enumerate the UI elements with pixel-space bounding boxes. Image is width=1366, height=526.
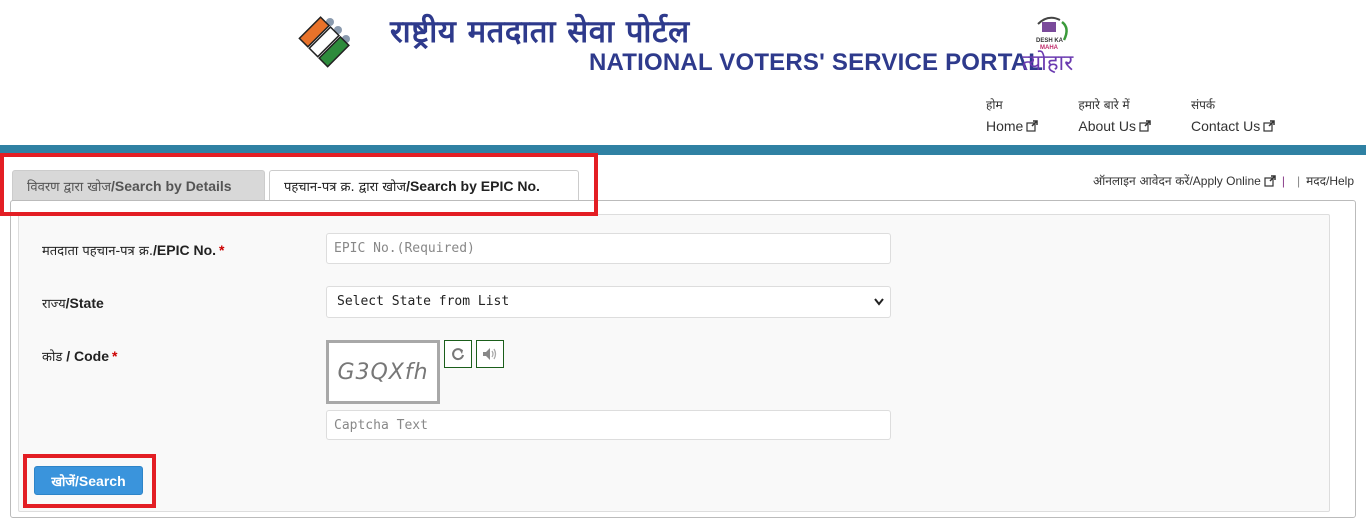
search-button[interactable]: खोजें/Search bbox=[34, 466, 143, 495]
external-link-icon bbox=[1263, 120, 1275, 132]
nav-contact-hindi: संपर्क bbox=[1190, 98, 1216, 112]
audio-captcha-button[interactable] bbox=[476, 340, 504, 368]
tab-search-by-epic[interactable]: पहचान-पत्र क्र. द्वारा खोज/Search by EPI… bbox=[269, 170, 579, 202]
nav-home-label: Home bbox=[986, 118, 1024, 134]
nav-home[interactable]: होम Home bbox=[986, 96, 1039, 134]
site-header: राष्ट्रीय मतदाता सेवा पोर्टल NATIONAL VO… bbox=[0, 0, 1366, 145]
nav-about-label: About Us bbox=[1078, 118, 1136, 134]
code-label-english: / Code bbox=[62, 348, 109, 364]
state-select-value: Select State from List bbox=[337, 294, 510, 309]
captcha-text: G3QXfh bbox=[337, 359, 429, 385]
refresh-captcha-button[interactable] bbox=[444, 340, 472, 368]
tab-details-label: /Search by Details bbox=[110, 178, 232, 194]
help-link[interactable]: मदद/Help bbox=[1306, 172, 1354, 189]
required-mark: * bbox=[219, 242, 225, 258]
help-label: /Help bbox=[1325, 173, 1354, 188]
state-label-english: /State bbox=[65, 295, 104, 311]
code-label: कोड / Code * bbox=[42, 347, 117, 365]
nav-about[interactable]: हमारे बारे में About Us bbox=[1078, 96, 1151, 134]
svg-text:त्योहार: त्योहार bbox=[1022, 50, 1074, 76]
main-nav: होम Home हमारे बारे में About Us संपर्क … bbox=[986, 96, 1315, 134]
tab-search-by-details[interactable]: विवरण द्वारा खोज/Search by Details bbox=[12, 170, 265, 201]
desh-ka-maha-tyohar-logo-icon: DESH KA MAHA त्योहार bbox=[1022, 16, 1074, 76]
header-accent-bar bbox=[0, 145, 1366, 155]
nav-about-hindi: हमारे बारे में bbox=[1078, 98, 1130, 112]
external-link-icon bbox=[1264, 174, 1276, 187]
tab-epic-hindi: पहचान-पत्र क्र. द्वारा खोज bbox=[284, 180, 407, 195]
epic-input[interactable] bbox=[326, 233, 891, 264]
epic-label-english: /EPIC No. bbox=[153, 242, 217, 258]
apply-online-label: /Apply Online bbox=[1189, 173, 1261, 188]
separator: | bbox=[1281, 173, 1285, 188]
chevron-down-icon bbox=[874, 287, 884, 329]
code-label-hindi: कोड bbox=[42, 350, 63, 365]
external-link-icon bbox=[1139, 120, 1151, 132]
nav-contact-label: Contact Us bbox=[1190, 118, 1261, 134]
election-commission-logo-icon bbox=[298, 16, 350, 68]
captcha-input[interactable] bbox=[326, 410, 891, 440]
top-links: ऑनलाइन आवेदन करें/Apply Online | | मदद/H… bbox=[1093, 172, 1354, 189]
state-select[interactable]: Select State from List bbox=[326, 286, 891, 318]
speaker-icon bbox=[483, 348, 497, 360]
separator: | bbox=[1296, 173, 1301, 188]
portal-title-hindi: राष्ट्रीय मतदाता सेवा पोर्टल bbox=[390, 14, 690, 50]
apply-online-link[interactable]: ऑनलाइन आवेदन करें/Apply Online bbox=[1093, 172, 1276, 189]
nav-contact[interactable]: संपर्क Contact Us bbox=[1191, 96, 1275, 134]
tab-details-hindi: विवरण द्वारा खोज bbox=[27, 180, 111, 195]
state-label: राज्य/State bbox=[42, 294, 104, 312]
search-button-hindi: खोजें bbox=[51, 474, 76, 490]
epic-label-hindi: मतदाता पहचान-पत्र क्र. bbox=[42, 244, 153, 259]
apply-online-hindi: ऑनलाइन आवेदन करें bbox=[1092, 174, 1190, 188]
required-mark: * bbox=[111, 348, 118, 364]
search-button-label: /Search bbox=[75, 472, 126, 489]
refresh-icon bbox=[452, 348, 464, 361]
portal-title-english: NATIONAL VOTERS' SERVICE PORTAL bbox=[589, 49, 1044, 76]
external-link-icon bbox=[1026, 120, 1039, 132]
epic-label: मतदाता पहचान-पत्र क्र./EPIC No. * bbox=[42, 241, 224, 259]
tab-epic-label: /Search by EPIC No. bbox=[406, 178, 540, 194]
captcha-image: G3QXfh bbox=[326, 340, 440, 404]
help-hindi: मदद bbox=[1306, 174, 1326, 188]
svg-text:DESH KA: DESH KA bbox=[1036, 38, 1064, 44]
nav-home-hindi: होम bbox=[986, 98, 1003, 112]
state-label-hindi: राज्य bbox=[42, 297, 66, 312]
